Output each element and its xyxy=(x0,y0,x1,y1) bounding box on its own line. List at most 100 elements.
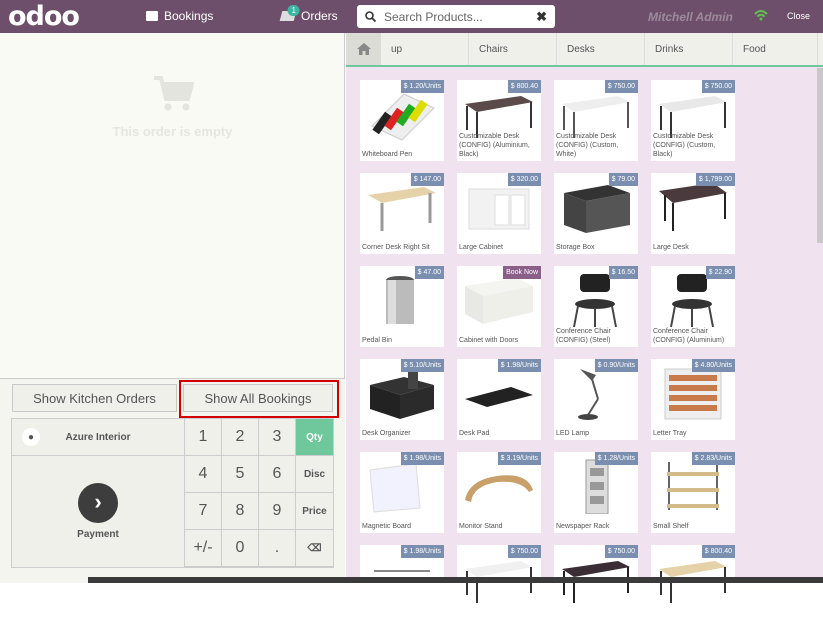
product-card[interactable]: $ 800.40 Customizable Desk (CONFIG) (Alum… xyxy=(457,80,541,161)
product-image xyxy=(461,458,537,514)
product-card[interactable]: $ 47.00 Pedal Bin xyxy=(360,266,444,347)
category-bar: up Chairs Desks Drinks Food xyxy=(346,33,823,67)
product-card[interactable]: $ 1,799.00 Large Desk xyxy=(651,173,735,254)
backspace-key[interactable]: ⌫ xyxy=(296,530,333,567)
product-card[interactable]: $ 79.00 Storage Box xyxy=(554,173,638,254)
key-4[interactable]: 4 xyxy=(185,456,222,493)
product-image xyxy=(364,365,440,421)
product-card[interactable]: Book Now Cabinet with Doors xyxy=(457,266,541,347)
product-image xyxy=(558,272,634,328)
product-card[interactable]: $ 1.28/Units Newspaper Rack xyxy=(554,452,638,533)
product-name: Monitor Stand xyxy=(459,523,503,530)
product-image xyxy=(655,458,731,514)
key-8[interactable]: 8 xyxy=(222,493,259,530)
product-price-tag: $ 750.00 xyxy=(604,545,638,558)
home-category-button[interactable] xyxy=(346,33,381,65)
product-card[interactable]: $ 0.90/Units LED Lamp xyxy=(554,359,638,440)
product-card[interactable]: $ 1.20/Units Whiteboard Pen xyxy=(360,80,444,161)
product-name: Whiteboard Pen xyxy=(362,151,413,158)
product-price-tag: $ 750.00 xyxy=(507,545,541,558)
product-card[interactable]: $ 22.90 Conference Chair (CONFIG) (Alumin… xyxy=(651,266,735,347)
product-price-tag: $ 4.80/Units xyxy=(691,359,735,372)
product-card[interactable]: $ 1.98/Units Magnetic Board xyxy=(360,452,444,533)
product-card[interactable]: $ 750.00 xyxy=(554,545,638,626)
chevron-right-icon: › xyxy=(78,483,118,523)
payment-button[interactable]: › Payment xyxy=(12,456,185,568)
product-price-tag: $ 16.50 xyxy=(608,266,638,279)
category-desks[interactable]: Desks xyxy=(557,33,645,65)
product-card[interactable]: $ 800.40 xyxy=(651,545,735,626)
category-chairs[interactable]: Chairs xyxy=(469,33,557,65)
product-image xyxy=(364,86,440,142)
product-image xyxy=(461,365,537,421)
product-card[interactable]: $ 3.19/Units Monitor Stand xyxy=(457,452,541,533)
product-price-tag: $ 800.40 xyxy=(701,545,735,558)
product-price-tag: $ 1.98/Units xyxy=(400,545,444,558)
product-price-tag: $ 1.98/Units xyxy=(400,452,444,465)
close-button[interactable]: Close xyxy=(787,11,810,21)
product-card[interactable]: $ 147.00 Corner Desk Right Sit xyxy=(360,173,444,254)
bookings-icon xyxy=(146,11,158,21)
category-food[interactable]: Food xyxy=(733,33,818,65)
product-name: LED Lamp xyxy=(556,430,590,437)
price-mode-button[interactable]: Price xyxy=(296,493,333,530)
product-name: Customizable Desk (CONFIG) (Custom, Blac… xyxy=(653,133,716,158)
empty-order-message: This order is empty xyxy=(112,124,233,139)
customer-button[interactable]: ● Azure Interior xyxy=(12,419,185,456)
bookings-button[interactable]: Bookings xyxy=(146,9,213,23)
orders-button[interactable]: 1 Orders xyxy=(279,5,338,23)
product-card[interactable]: $ 320.00 Large Cabinet xyxy=(457,173,541,254)
key-7[interactable]: 7 xyxy=(185,493,222,530)
key-1[interactable]: 1 xyxy=(185,419,222,456)
product-card[interactable]: $ 1.98/Units Desk Pad xyxy=(457,359,541,440)
product-card[interactable]: $ 2.83/Units Small Shelf xyxy=(651,452,735,533)
product-card[interactable]: $ 5.10/Units Desk Organizer xyxy=(360,359,444,440)
search-input[interactable] xyxy=(384,9,529,24)
product-name: Pedal Bin xyxy=(362,337,392,344)
key-3[interactable]: 3 xyxy=(259,419,296,456)
category-up[interactable]: up xyxy=(381,33,469,65)
key-6[interactable]: 6 xyxy=(259,456,296,493)
key-0[interactable]: 0 xyxy=(222,530,259,567)
product-card[interactable]: $ 750.00 Customizable Desk (CONFIG) (Cust… xyxy=(554,80,638,161)
product-price-tag: $ 1.28/Units xyxy=(594,452,638,465)
cart-icon xyxy=(153,76,195,111)
user-icon: ● xyxy=(22,428,40,446)
key-2[interactable]: 2 xyxy=(222,419,259,456)
category-drinks[interactable]: Drinks xyxy=(645,33,733,65)
product-image xyxy=(461,272,537,328)
product-price-tag: $ 800.40 xyxy=(507,80,541,93)
product-price-tag: $ 320.00 xyxy=(507,173,541,186)
product-scrollbar[interactable] xyxy=(817,68,823,243)
product-name: Cabinet with Doors xyxy=(459,337,519,344)
odoo-logo: odoo xyxy=(8,1,80,32)
product-card[interactable]: $ 750.00 xyxy=(457,545,541,626)
plus-minus-key[interactable]: +/- xyxy=(185,530,222,567)
product-price-tag: $ 750.00 xyxy=(701,80,735,93)
decimal-key[interactable]: . xyxy=(259,530,296,567)
top-bar: odoo Bookings 1 Orders ✖ Mitchell Admin … xyxy=(0,0,823,33)
product-image xyxy=(364,179,440,235)
product-price-tag: $ 47.00 xyxy=(414,266,444,279)
product-name: Conference Chair (CONFIG) (Steel) xyxy=(556,328,611,344)
key-5[interactable]: 5 xyxy=(222,456,259,493)
clear-search-icon[interactable]: ✖ xyxy=(536,9,547,25)
show-kitchen-orders-button[interactable]: Show Kitchen Orders xyxy=(12,384,177,412)
product-card[interactable]: $ 750.00 Customizable Desk (CONFIG) (Cust… xyxy=(651,80,735,161)
product-card[interactable]: $ 16.50 Conference Chair (CONFIG) (Steel) xyxy=(554,266,638,347)
product-name: Small Shelf xyxy=(653,523,689,530)
user-name: Mitchell Admin xyxy=(648,10,733,24)
product-image xyxy=(558,458,634,515)
product-name: Letter Tray xyxy=(653,430,687,437)
product-image xyxy=(364,458,440,514)
key-9[interactable]: 9 xyxy=(259,493,296,530)
quantity-mode-button[interactable]: Qty xyxy=(296,419,333,456)
product-name: Large Cabinet xyxy=(459,244,503,251)
search-bar[interactable]: ✖ xyxy=(357,5,555,28)
product-card[interactable]: $ 1.98/Units xyxy=(360,545,444,626)
product-name: Desk Organizer xyxy=(362,430,411,437)
product-price-tag: $ 5.10/Units xyxy=(400,359,444,372)
discount-mode-button[interactable]: Disc xyxy=(296,456,333,493)
product-image xyxy=(655,272,731,328)
product-card[interactable]: $ 4.80/Units Letter Tray xyxy=(651,359,735,440)
